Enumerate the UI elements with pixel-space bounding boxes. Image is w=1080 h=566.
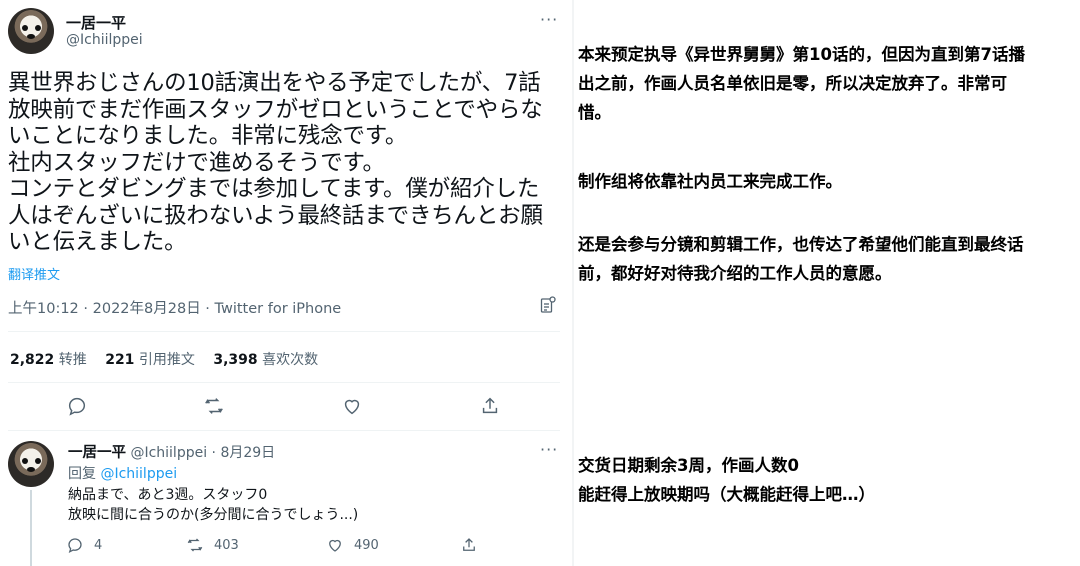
retweet-label: 转推 bbox=[58, 352, 87, 368]
reply-icon[interactable] bbox=[66, 395, 90, 419]
reply-retweet-button[interactable]: 403 bbox=[186, 536, 239, 554]
reply-author-name[interactable]: 一居一平 bbox=[68, 445, 126, 461]
divider bbox=[8, 382, 560, 383]
reply-reply-button[interactable]: 4 bbox=[66, 536, 102, 554]
quote-label: 引用推文 bbox=[138, 352, 195, 368]
divider bbox=[8, 331, 560, 332]
translation-line: 交货日期剩余3周，作画人数0 bbox=[578, 456, 799, 475]
translation-block: 还是会参与分镜和剪辑工作，也传达了希望他们能直到最终话 前，都好好对待我介绍的工… bbox=[578, 230, 1024, 288]
like-icon bbox=[329, 539, 341, 552]
translation-line: 制作组将依靠社内员工来完成工作。 bbox=[578, 172, 842, 191]
more-icon[interactable]: ··· bbox=[540, 440, 558, 459]
retweet-icon bbox=[187, 538, 203, 552]
more-icon[interactable]: ··· bbox=[540, 10, 558, 29]
reply-reply-count: 4 bbox=[94, 537, 103, 553]
translation-line: 还是会参与分镜和剪辑工作，也传达了希望他们能直到最终话 bbox=[578, 235, 1024, 254]
tweet-text-line: 放映前でまだ作画スタッフがゼロということでやらな bbox=[8, 96, 543, 123]
tweet-text-line: 異世界おじさんの10話演出をやる予定でしたが、7話 bbox=[8, 70, 541, 96]
tweet-text-line: 社内スタッフだけで進めるそうです。 bbox=[8, 149, 385, 176]
translation-line: 本来预定执导《异世界舅舅》第10话的，但因为直到第7话播 bbox=[578, 45, 1025, 64]
avatar-nose bbox=[27, 34, 35, 39]
author-name[interactable]: 一居一平 bbox=[66, 12, 126, 33]
translate-link[interactable]: 翻译推文 bbox=[8, 264, 60, 283]
retweet-icon[interactable] bbox=[203, 395, 227, 419]
translation-line: 前，都好好对待我介绍的工作人员的意愿。 bbox=[578, 264, 892, 283]
reply-meta[interactable]: @Ichiilppei · 8月29日 bbox=[130, 445, 275, 461]
tweet-panel: 一居一平 @Ichiilppei ··· 異世界おじさんの10話演出をやる予定で… bbox=[0, 0, 572, 566]
share-icon[interactable] bbox=[479, 395, 503, 419]
like-count: 3,398 bbox=[213, 352, 258, 368]
retweet-count: 2,822 bbox=[10, 352, 55, 368]
analytics-icon[interactable] bbox=[540, 296, 556, 314]
share-icon bbox=[463, 538, 475, 551]
divider bbox=[8, 430, 560, 431]
reply-icon bbox=[68, 538, 82, 553]
translation-panel: 本来预定执导《异世界舅舅》第10话的，但因为直到第7话播 出之前，作画人员名单依… bbox=[574, 0, 1080, 566]
reply-like-button[interactable]: 490 bbox=[326, 536, 379, 554]
translation-line: 惜。 bbox=[578, 103, 611, 122]
like-icon[interactable] bbox=[341, 395, 365, 419]
replying-handle[interactable]: @Ichiilppei bbox=[100, 466, 177, 482]
avatar-eye bbox=[22, 25, 28, 31]
avatar-nose bbox=[27, 467, 35, 472]
avatar-eye bbox=[35, 25, 41, 31]
reply-like-count: 490 bbox=[354, 537, 379, 553]
translation-line: 出之前，作画人员名单依旧是零，所以决定放弃了。非常可 bbox=[578, 74, 1007, 93]
reply-retweet-count: 403 bbox=[214, 537, 239, 553]
tweet-timestamp[interactable]: 上午10:12 · 2022年8月28日 · Twitter for iPhon… bbox=[8, 297, 341, 318]
avatar-eye bbox=[22, 458, 28, 464]
reply-text-line: 放映に間に合うのか(多分間に合うでしょう...) bbox=[68, 507, 359, 523]
thread-line bbox=[30, 490, 32, 566]
translation-block: 本来预定执导《异世界舅舅》第10话的，但因为直到第7话播 出之前，作画人员名单依… bbox=[578, 40, 1025, 127]
reply-header: 一居一平 @Ichiilppei · 8月29日 bbox=[68, 441, 275, 462]
translation-line: 能赶得上放映期吗（大概能赶得上吧…） bbox=[578, 485, 875, 504]
tweet-text-line: コンテとダビングまでは参加してます。僕が紹介した bbox=[8, 176, 540, 202]
reply-text: 納品まで、あと3週。スタッフ0 放映に間に合うのか(多分間に合うでしょう...) bbox=[68, 485, 358, 525]
author-handle[interactable]: @Ichiilppei bbox=[66, 32, 143, 48]
like-stat[interactable]: 3,398 喜欢次数 bbox=[213, 352, 318, 368]
author-avatar[interactable] bbox=[8, 8, 54, 54]
reply-share-button[interactable] bbox=[460, 536, 478, 554]
tweet-text-line: いことになりました。非常に残念です。 bbox=[8, 123, 408, 149]
quote-count: 221 bbox=[105, 352, 135, 368]
replying-prefix: 回复 bbox=[68, 466, 101, 482]
tweet-text-line: 人はぞんざいに扱わないよう最終話まできちんとお願 bbox=[8, 202, 543, 229]
tweet-text: 異世界おじさんの10話演出をやる予定でしたが、7話 放映前でまだ作画スタッフがゼ… bbox=[8, 70, 568, 256]
translation-block: 制作组将依靠社内员工来完成工作。 bbox=[578, 167, 842, 196]
replying-to: 回复 @Ichiilppei bbox=[68, 463, 177, 483]
quote-stat[interactable]: 221 引用推文 bbox=[105, 352, 195, 368]
reply-text-line: 納品まで、あと3週。スタッフ0 bbox=[68, 487, 268, 503]
tweet-text-line: いと伝えました。 bbox=[8, 229, 187, 255]
translation-block: 交货日期剩余3周，作画人数0 能赶得上放映期吗（大概能赶得上吧…） bbox=[578, 451, 875, 509]
retweet-stat[interactable]: 2,822 转推 bbox=[10, 352, 87, 368]
like-label: 喜欢次数 bbox=[262, 352, 319, 368]
reply-author-avatar[interactable] bbox=[8, 441, 54, 487]
avatar-eye bbox=[35, 458, 41, 464]
tweet-stats: 2,822 转推 221 引用推文 3,398 喜欢次数 bbox=[10, 349, 332, 369]
